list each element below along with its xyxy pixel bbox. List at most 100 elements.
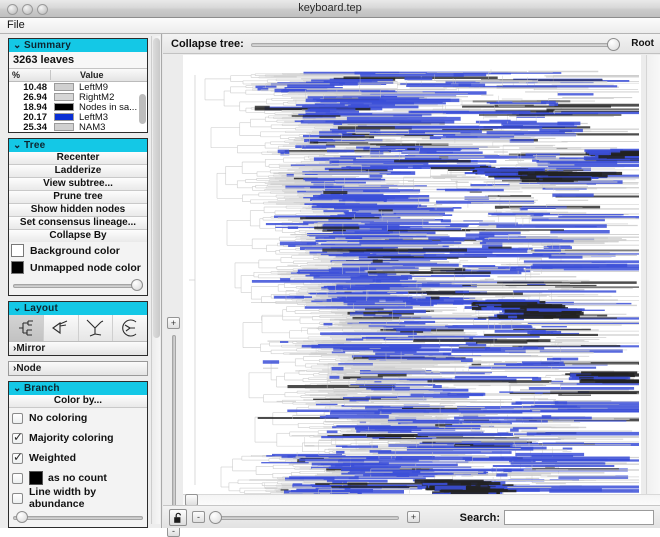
panel-summary-header[interactable]: ⌄ Summary [9,39,147,52]
checkbox-no-coloring[interactable] [12,412,23,424]
background-color-label: Background color [30,244,120,257]
summary-row[interactable]: 26.94 RightM2 [9,92,147,103]
summary-row-color-swatch[interactable] [54,113,74,121]
tree-button-recenter[interactable]: Recenter [9,152,147,165]
vertical-zoom-track[interactable] [172,335,176,513]
branch-option-label: No coloring [29,412,88,424]
zoom-in-button[interactable]: + [407,511,420,523]
branch-option-label: Line width by abundance [29,486,97,510]
branch-option-row[interactable]: Line width by abundance [9,486,147,510]
tree-vertical-scrollbar[interactable] [646,55,660,505]
tree-button-set-consensus-lineage[interactable]: Set consensus lineage... [9,217,147,230]
tree-button-show-hidden-nodes[interactable]: Show hidden nodes [9,204,147,217]
circular-tree-icon[interactable] [113,315,147,341]
tree-button-list: Recenter Ladderize View subtree... Prune tr… [9,152,147,242]
window-close-button[interactable] [7,4,18,15]
unmapped-node-color-swatch[interactable] [11,261,24,274]
sidebar-scrollbar-thumb[interactable] [153,38,160,338]
bottom-toolbar: - + Search: [163,505,660,528]
summary-twisty-icon[interactable]: ⌄ [13,39,24,52]
search-input[interactable] [504,510,654,525]
unmapped-color-row[interactable]: Unmapped node color [9,259,147,276]
panel-node-header[interactable]: ›Node [9,362,147,375]
window-controls[interactable] [7,4,48,15]
collapse-tree-label: Collapse tree: [171,38,244,50]
triangular-tree-icon[interactable] [44,315,79,341]
summary-row[interactable]: 25.34 NAM3 [9,121,147,133]
panel-tree-header[interactable]: ⌄ Tree [9,139,147,152]
tree-button-collapse-by[interactable]: Collapse By [9,230,147,242]
rectangular-tree-icon[interactable] [9,315,44,341]
collapse-tree-slider-track[interactable] [251,43,620,47]
tree-slider-track[interactable] [13,284,143,288]
summary-col-value: Value [80,70,104,80]
tree-button-ladderize[interactable]: Ladderize [9,165,147,178]
summary-row[interactable]: 10.48 LeftM9 [9,82,147,93]
collapse-tree-slider-knob[interactable] [607,38,620,51]
tree-button-prune-tree[interactable]: Prune tree [9,191,147,204]
zoom-slider-knob[interactable] [209,511,222,524]
branch-slider[interactable] [13,510,143,524]
tree-twisty-icon[interactable]: ⌄ [13,139,24,152]
branch-option-row[interactable]: as no count [9,468,147,488]
tree-horizontal-scrollbar[interactable] [183,494,660,506]
window-minimize-button[interactable] [22,4,33,15]
branch-slider-knob[interactable] [15,511,28,523]
window-title: keyboard.tep [298,2,362,14]
zoom-slider-track[interactable] [215,516,399,520]
tree-slider[interactable] [13,278,143,292]
unrooted-tree-icon[interactable] [79,315,114,341]
background-color-swatch[interactable] [11,244,24,257]
menu-bar: File [0,18,660,34]
collapse-tree-slider[interactable] [251,36,620,52]
checkbox-line-width-by-abundance[interactable] [12,492,23,504]
layout-twisty-icon[interactable]: ⌄ [13,302,24,315]
branch-option-row[interactable]: Majority coloring [9,428,147,448]
phylogenetic-tree-canvas[interactable] [183,55,641,505]
checkbox-majority-coloring[interactable] [12,430,23,444]
main-pane: Collapse tree: Root + - - + Search: [163,34,660,537]
sidebar-scrollbar[interactable] [151,36,160,524]
window-zoom-button[interactable] [37,4,48,15]
panel-branch: ⌄Branch Color by... No coloring Majority … [8,381,148,528]
summary-row-color-swatch[interactable] [54,103,74,111]
layout-icon-toolbar [9,315,147,341]
sidebar: ⌄ Summary 3263 leaves % Value 10.48 LeftM9… [0,34,162,528]
vertical-zoom-control: + - [163,55,183,537]
panel-layout-title: Layout [24,303,58,314]
summary-row-color-swatch[interactable] [54,83,74,91]
branch-twisty-icon[interactable]: ⌄ [13,382,24,395]
branch-option-label: Weighted [29,452,77,464]
collapse-root-label: Root [631,38,654,49]
branch-option-row[interactable]: No coloring [9,408,147,428]
menu-item-file[interactable]: File [0,18,32,33]
window-title-bar: keyboard.tep [0,0,660,18]
vertical-zoom-in-button[interactable]: + [167,317,180,329]
panel-layout-header[interactable]: ⌄ Layout [9,302,147,315]
summary-scrollbar-thumb[interactable] [139,94,146,124]
summary-row-value: NAM3 [79,121,106,133]
branch-option-row[interactable]: Weighted [9,448,147,468]
panel-branch-title: Branch [24,383,60,394]
branch-option-label: Majority coloring [29,432,114,444]
background-color-row[interactable]: Background color [9,242,147,259]
panel-branch-header[interactable]: ⌄ Branch [9,382,147,395]
panel-mirror-header[interactable]: ›Mirror [9,341,147,355]
summary-row-color-swatch[interactable] [54,123,74,131]
branch-slider-track[interactable] [13,516,143,520]
summary-row[interactable]: 18.94 Nodes in sa... [9,102,147,113]
panel-tree-title: Tree [24,140,46,151]
no-count-color-swatch[interactable] [29,471,43,485]
color-by-button[interactable]: Color by... [9,395,147,408]
tree-slider-knob[interactable] [131,279,143,291]
summary-table: % Value 10.48 LeftM9 26.94 RightM2 18.94 Node… [9,69,147,133]
padlock-open-icon[interactable] [169,509,187,526]
checkbox-as-no-count[interactable] [12,472,23,484]
summary-row-color-swatch[interactable] [54,93,74,101]
zoom-out-button[interactable]: - [192,511,205,523]
checkbox-weighted[interactable] [12,450,23,464]
unmapped-color-label: Unmapped node color [30,261,141,274]
summary-row[interactable]: 20.17 LeftM3 [9,112,147,123]
panel-node-title: Node [16,363,42,374]
tree-button-view-subtree[interactable]: View subtree... [9,178,147,191]
